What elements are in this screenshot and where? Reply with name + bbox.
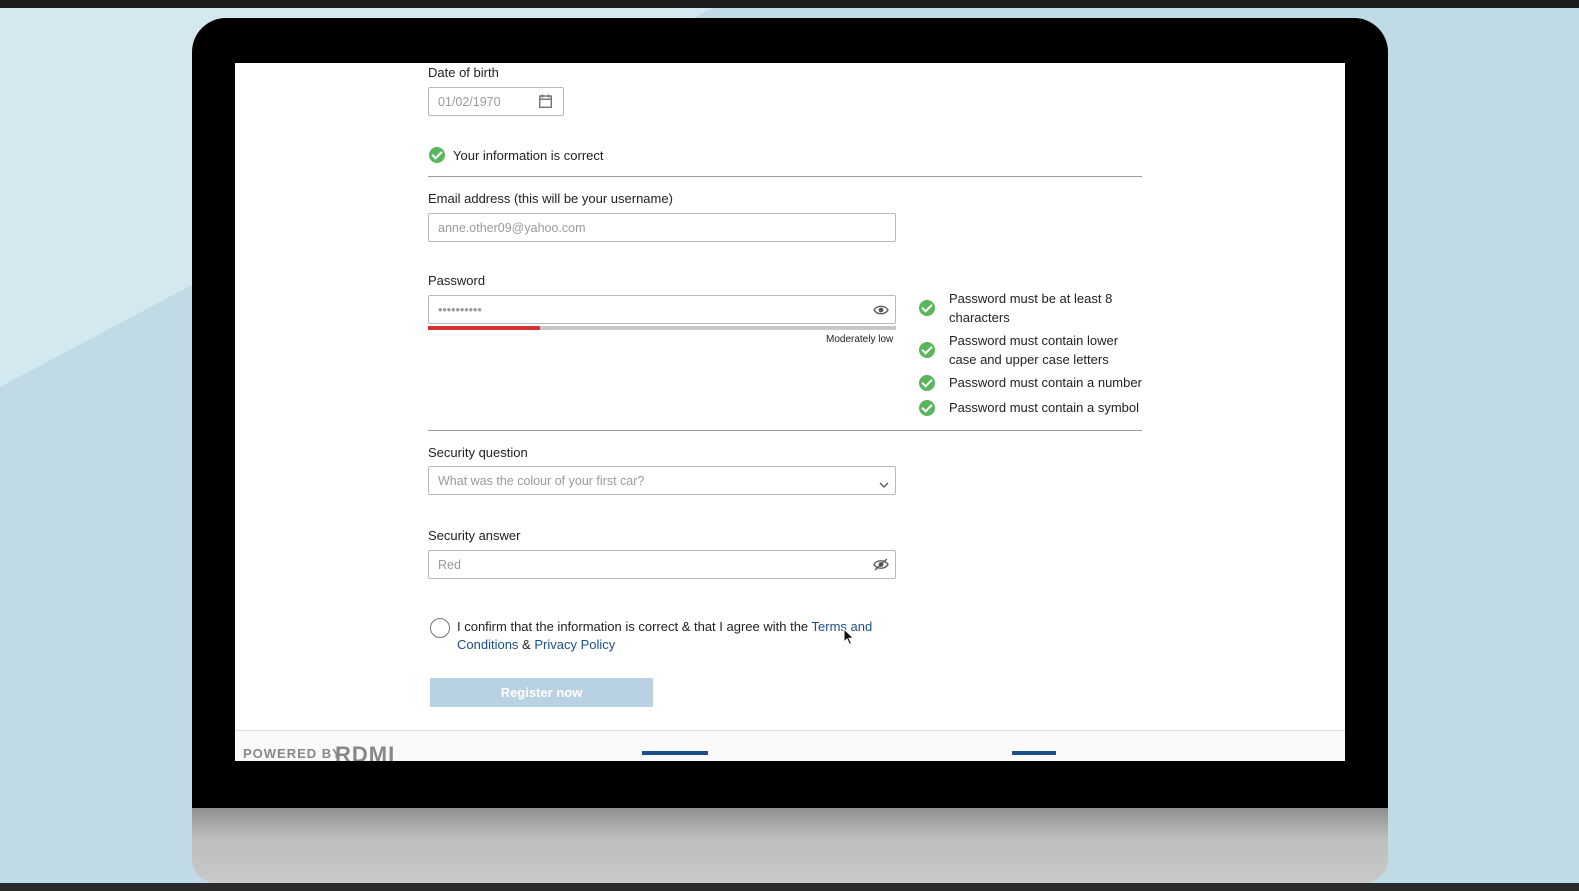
security-question-select[interactable] (428, 466, 896, 495)
footer-logo-prefix: POWERED BY (243, 746, 342, 761)
security-answer-field[interactable] (428, 550, 896, 579)
dob-field[interactable] (428, 87, 564, 116)
footer-link-bar[interactable] (642, 751, 708, 755)
consent-text-before: I confirm that the information is correc… (457, 619, 812, 634)
password-strength-track (428, 326, 896, 330)
email-input[interactable] (429, 214, 895, 241)
password-strength-text: Moderately low (826, 334, 894, 345)
password-rule: Password must contain lower case and upp… (949, 333, 1119, 367)
password-label: Password (428, 273, 486, 288)
divider (428, 176, 1142, 177)
rule-check-icon (919, 400, 935, 416)
email-label: Email address (this will be your usernam… (428, 191, 673, 206)
background-top-strip (0, 0, 1579, 8)
laptop-screen: Date of birth Your information is correc… (235, 63, 1345, 761)
info-status-text: Your information is correct (453, 148, 604, 163)
rule-check-icon (919, 342, 935, 358)
security-answer-label: Security answer (428, 528, 521, 543)
password-rule: Password must contain a number (949, 375, 1142, 390)
register-button[interactable]: Register now (430, 678, 653, 707)
email-field[interactable] (428, 213, 896, 242)
footer-link-bar[interactable] (1012, 751, 1056, 755)
privacy-policy-link[interactable]: Privacy Policy (534, 637, 615, 652)
security-question-value[interactable] (429, 467, 895, 494)
security-answer-input[interactable] (429, 551, 895, 578)
eye-off-icon[interactable] (873, 558, 889, 576)
password-input[interactable] (429, 296, 895, 323)
check-circle-icon (429, 147, 445, 163)
rule-check-icon (919, 300, 935, 316)
password-strength-fill (428, 326, 541, 330)
chevron-down-icon[interactable] (879, 476, 889, 494)
consent-radio[interactable] (430, 618, 450, 638)
password-rule: Password must be at least 8 characters (949, 291, 1113, 325)
consent-text: I confirm that the information is correc… (457, 618, 887, 654)
password-rule: Password must contain a symbol (949, 400, 1140, 415)
footer (235, 731, 1345, 761)
consent-text-between: & (518, 637, 535, 652)
eye-icon[interactable] (873, 303, 889, 321)
laptop-base (192, 808, 1388, 883)
dob-label: Date of birth (428, 65, 499, 80)
password-field[interactable] (428, 295, 896, 324)
rule-check-icon (919, 375, 935, 391)
mouse-cursor-icon (843, 627, 855, 651)
security-question-label: Security question (428, 445, 528, 460)
divider (428, 430, 1142, 431)
footer-logo: RDMI (335, 742, 396, 761)
calendar-icon[interactable] (539, 94, 552, 113)
background-bottom-strip (0, 883, 1579, 891)
